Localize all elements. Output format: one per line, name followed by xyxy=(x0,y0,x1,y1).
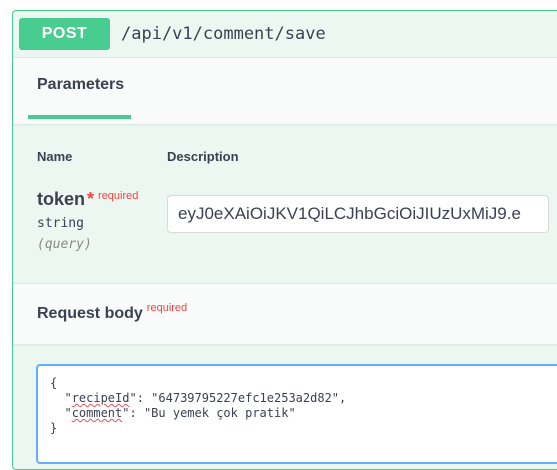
endpoint-path: /api/v1/comment/save xyxy=(121,24,326,44)
json-close-brace: } xyxy=(50,421,58,435)
json-open-brace: { xyxy=(50,376,58,390)
tab-active-indicator xyxy=(28,115,131,119)
column-header-description: Description xyxy=(167,149,239,164)
request-body-title: Request body required xyxy=(37,302,188,323)
column-header-name: Name xyxy=(37,149,73,164)
request-body-editor[interactable]: { "recipeId": "64739795227efc1e253a2d82"… xyxy=(36,364,557,464)
required-label: required xyxy=(98,190,139,202)
tab-parameters[interactable]: Parameters xyxy=(37,76,124,94)
parameter-type: string xyxy=(37,216,84,231)
request-body-header: Request body required xyxy=(13,283,557,344)
operation-summary[interactable]: POST /api/v1/comment/save xyxy=(13,11,557,57)
json-key-comment: comment xyxy=(71,406,123,420)
operation-block: POST /api/v1/comment/save Parameters Nam… xyxy=(12,10,557,470)
parameters-header: Parameters xyxy=(13,57,557,124)
request-body-required-label: required xyxy=(146,302,188,314)
json-key-recipe: recipeId xyxy=(71,391,130,405)
token-input[interactable]: eyJ0eXAiOiJKV1QiLCJhbGciOiJIUzUxMiJ9.e xyxy=(167,195,549,233)
parameter-name-text: token xyxy=(37,189,86,209)
http-method-badge: POST xyxy=(19,18,110,50)
required-star: * xyxy=(87,189,95,209)
request-body-title-text: Request body xyxy=(37,305,143,322)
parameter-name: token * required xyxy=(37,189,138,210)
parameter-location: (query) xyxy=(37,237,92,252)
json-value-recipe: "64739795227efc1e253a2d82", xyxy=(151,391,347,405)
json-value-comment: "Bu yemek çok pratik" xyxy=(143,406,296,420)
